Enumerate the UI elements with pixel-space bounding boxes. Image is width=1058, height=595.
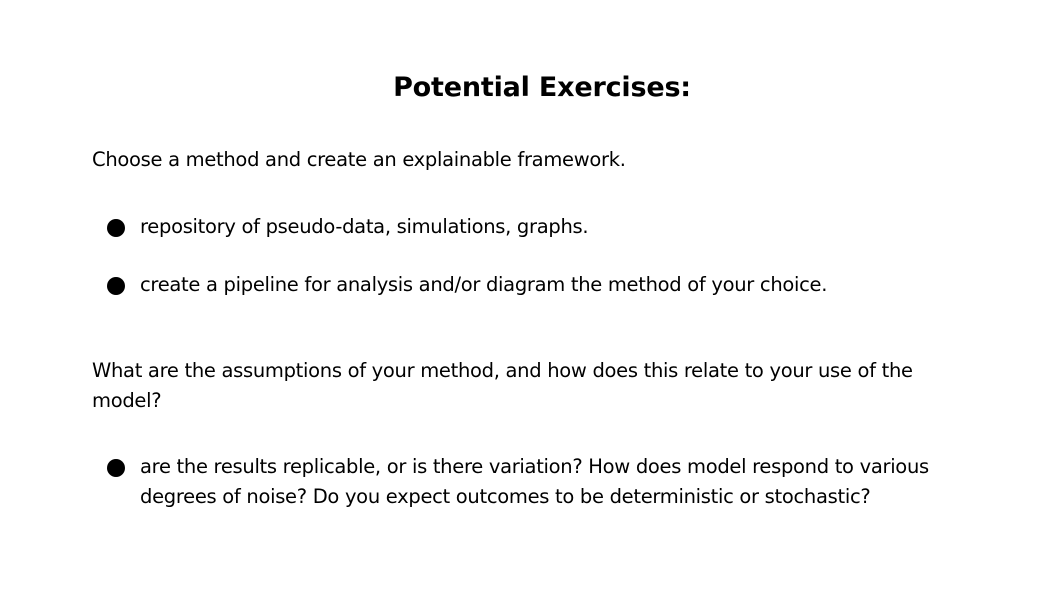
- bullet-dot-icon: [107, 277, 125, 295]
- list-item: are the results replicable, or is there …: [0, 452, 970, 512]
- section-1-bullet-list: repository of pseudo-data, simulations, …: [0, 212, 970, 328]
- bullet-text: create a pipeline for analysis and/or di…: [140, 273, 828, 296]
- bullet-text: are the results replicable, or is there …: [140, 455, 929, 508]
- bullet-text: repository of pseudo-data, simulations, …: [140, 215, 589, 238]
- section-2-text: What are the assumptions of your method,…: [92, 359, 913, 412]
- list-item: repository of pseudo-data, simulations, …: [0, 212, 970, 242]
- list-item: create a pipeline for analysis and/or di…: [0, 270, 970, 300]
- bullet-dot-icon: [107, 459, 125, 477]
- section-2-bullet-list: are the results replicable, or is there …: [0, 452, 970, 512]
- bullet-dot-icon: [107, 219, 125, 237]
- slide: Potential Exercises: Choose a method and…: [0, 0, 1058, 595]
- section-1-text: Choose a method and create an explainabl…: [92, 148, 626, 171]
- slide-title: Potential Exercises:: [393, 72, 691, 103]
